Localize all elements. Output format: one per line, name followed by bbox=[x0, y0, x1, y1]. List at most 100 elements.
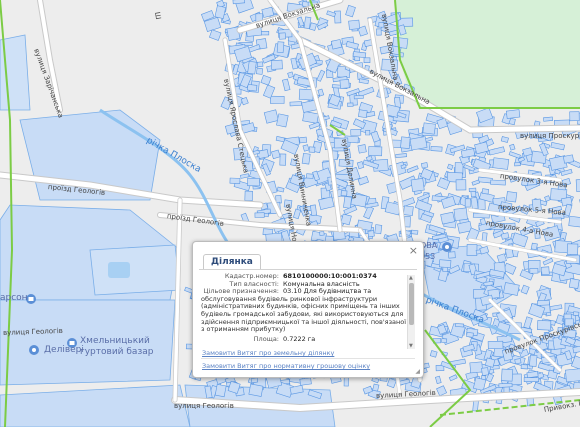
parcel-polygon[interactable] bbox=[529, 354, 538, 367]
parcel-polygon[interactable] bbox=[244, 190, 253, 201]
parcel-polygon[interactable] bbox=[308, 146, 316, 153]
parcel-polygon[interactable] bbox=[505, 191, 518, 203]
parcel-polygon[interactable] bbox=[468, 187, 477, 193]
parcel-polygon[interactable] bbox=[352, 51, 367, 59]
poi-label[interactable]: Делівері bbox=[44, 345, 84, 356]
parcel-polygon[interactable] bbox=[363, 57, 371, 64]
parcel-polygon[interactable] bbox=[478, 176, 493, 184]
parcel-polygon[interactable] bbox=[374, 224, 383, 235]
parcel-polygon[interactable] bbox=[505, 109, 521, 119]
parcel-polygon[interactable] bbox=[372, 383, 380, 392]
scrollbar-thumb[interactable] bbox=[409, 283, 414, 325]
parcel-polygon[interactable] bbox=[256, 61, 264, 68]
parcel-polygon[interactable] bbox=[319, 231, 325, 236]
parcel-polygon[interactable] bbox=[270, 59, 283, 70]
parcel-polygon[interactable] bbox=[470, 196, 479, 210]
parcel-polygon[interactable] bbox=[367, 230, 375, 238]
resize-handle-icon[interactable]: ◢ bbox=[415, 368, 420, 375]
parcel-polygon[interactable] bbox=[395, 153, 407, 159]
parcel-polygon[interactable] bbox=[526, 370, 539, 379]
parcel-polygon[interactable] bbox=[229, 177, 241, 184]
parcel-polygon[interactable] bbox=[484, 357, 496, 368]
parcel-info-popup[interactable]: Ділянка × Кадастр.номер: 6810100000:10:0… bbox=[192, 241, 424, 378]
parcel-polygon[interactable] bbox=[514, 358, 522, 365]
parcel-polygon[interactable] bbox=[232, 0, 246, 5]
parcel-polygon[interactable] bbox=[562, 154, 575, 164]
parcel-polygon[interactable] bbox=[565, 368, 580, 383]
parcel-polygon[interactable] bbox=[347, 102, 354, 107]
parcel-polygon[interactable] bbox=[276, 113, 289, 128]
parcel-polygon[interactable] bbox=[310, 204, 318, 216]
parcel-polygon[interactable] bbox=[358, 109, 368, 119]
parcel-polygon[interactable] bbox=[543, 116, 554, 122]
parcel-polygon[interactable] bbox=[541, 266, 550, 276]
poi-label[interactable]: ОВА 053 bbox=[420, 240, 448, 262]
tab-parcel[interactable]: Ділянка bbox=[203, 254, 261, 270]
parcel-polygon[interactable] bbox=[339, 79, 350, 89]
parcel-polygon[interactable] bbox=[501, 368, 514, 382]
parcel-polygon[interactable] bbox=[523, 377, 540, 383]
parcel-polygon[interactable] bbox=[340, 190, 348, 197]
parcel-polygon[interactable] bbox=[514, 162, 521, 167]
parcel-polygon[interactable] bbox=[569, 111, 580, 122]
parcel-polygon[interactable] bbox=[420, 162, 429, 169]
parcel-polygon[interactable] bbox=[247, 177, 260, 187]
parcel-polygon[interactable] bbox=[334, 10, 342, 24]
parcel-polygon[interactable] bbox=[250, 377, 259, 384]
parcel-polygon[interactable] bbox=[529, 268, 539, 274]
parcel-polygon[interactable] bbox=[536, 299, 550, 306]
parcel-polygon[interactable] bbox=[448, 251, 456, 259]
parcel-polygon[interactable] bbox=[422, 122, 436, 135]
parcel-polygon[interactable] bbox=[490, 179, 506, 186]
parcel-polygon[interactable] bbox=[340, 213, 352, 226]
parcel-polygon[interactable] bbox=[440, 211, 456, 225]
scroll-up-icon[interactable]: ▲ bbox=[409, 275, 413, 281]
parcel-polygon[interactable] bbox=[568, 215, 580, 228]
parcel-polygon[interactable] bbox=[276, 41, 285, 53]
parcel-polygon[interactable] bbox=[214, 383, 227, 398]
close-icon[interactable]: × bbox=[409, 244, 418, 257]
parcel-polygon[interactable] bbox=[246, 83, 258, 92]
parcel-polygon[interactable] bbox=[247, 60, 257, 75]
parcel-polygon[interactable] bbox=[572, 311, 580, 317]
parcel-polygon[interactable] bbox=[466, 331, 474, 338]
parcel-polygon[interactable] bbox=[301, 152, 311, 165]
parcel-polygon[interactable] bbox=[365, 129, 371, 136]
parcel-polygon[interactable] bbox=[453, 207, 468, 222]
parcel-polygon[interactable] bbox=[503, 282, 520, 296]
parcel-polygon[interactable] bbox=[357, 144, 367, 154]
parcel-polygon[interactable] bbox=[477, 198, 486, 210]
parcel-polygon[interactable] bbox=[575, 178, 580, 192]
parcel-polygon[interactable] bbox=[289, 101, 302, 107]
parcel-polygon[interactable] bbox=[472, 377, 487, 391]
poi-label[interactable]: Хмельницький гуртовий базар bbox=[80, 336, 170, 358]
parcel-polygon[interactable] bbox=[454, 323, 465, 328]
parcel-polygon[interactable] bbox=[348, 19, 361, 30]
parcel-polygon[interactable] bbox=[441, 338, 448, 344]
parcel-polygon[interactable] bbox=[368, 146, 383, 157]
parcel-polygon[interactable] bbox=[454, 162, 464, 175]
parcel-polygon[interactable] bbox=[487, 340, 504, 350]
order-valuation-extract-link[interactable]: Замовити Витяг про нормативну грошову оц… bbox=[202, 362, 370, 370]
parcel-polygon[interactable] bbox=[271, 149, 281, 160]
parcel-polygon[interactable] bbox=[376, 28, 382, 36]
parcel-polygon[interactable] bbox=[429, 350, 438, 358]
parcel-polygon[interactable] bbox=[537, 320, 552, 331]
parcel-polygon[interactable] bbox=[279, 153, 287, 166]
parcel-polygon[interactable] bbox=[409, 136, 428, 151]
parcel-polygon[interactable] bbox=[254, 212, 265, 218]
parcel-polygon[interactable] bbox=[481, 367, 489, 376]
parcel-polygon[interactable] bbox=[269, 95, 285, 104]
parcel-polygon[interactable] bbox=[492, 157, 510, 170]
parcel-polygon[interactable] bbox=[568, 278, 580, 289]
parcel-polygon[interactable] bbox=[287, 71, 294, 79]
parcel-polygon[interactable] bbox=[256, 67, 264, 75]
parcel-polygon[interactable] bbox=[455, 179, 467, 191]
parcel-polygon[interactable] bbox=[350, 129, 362, 136]
details-scrollbar[interactable]: ▲ ▼ bbox=[407, 275, 415, 349]
parcel-polygon[interactable] bbox=[466, 244, 478, 256]
parcel-polygon[interactable] bbox=[330, 39, 343, 50]
parcel-polygon[interactable] bbox=[299, 377, 312, 386]
parcel-polygon[interactable] bbox=[498, 382, 513, 388]
parcel-polygon[interactable] bbox=[299, 136, 308, 144]
